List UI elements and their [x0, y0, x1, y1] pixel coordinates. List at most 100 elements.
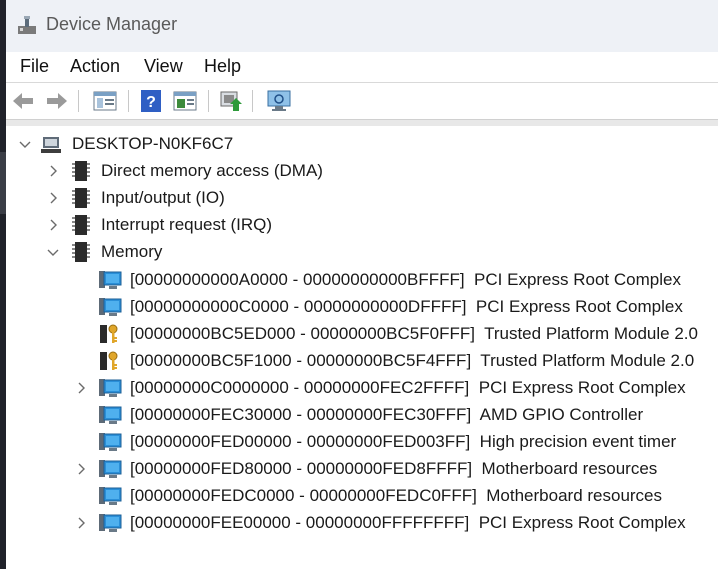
forward-arrow-icon	[47, 93, 67, 109]
scan-hardware-icon	[267, 90, 291, 111]
device-monitor-icon	[98, 269, 122, 291]
tree-category[interactable]: Memory	[6, 239, 718, 266]
resource-chip-icon	[70, 241, 92, 263]
tree-category-label: Interrupt request (IRQ)	[101, 215, 273, 235]
device-name: Motherboard resources	[476, 486, 663, 506]
back-arrow-icon	[13, 93, 33, 109]
memory-resource-label: [00000000FED00000 - 00000000FED003FF] Hi…	[130, 432, 676, 452]
toolbar: ?	[6, 83, 718, 120]
device-name: Trusted Platform Module 2.0	[471, 350, 695, 370]
tree-root[interactable]: DESKTOP-N0KF6C7	[6, 131, 718, 158]
memory-range: [00000000C0000000 - 00000000FEC2FFFF]	[130, 377, 470, 397]
toolbar-separator	[252, 90, 253, 112]
menu-help[interactable]: Help	[204, 56, 241, 77]
toolbar-separator	[128, 90, 129, 112]
memory-range: [00000000BC5F1000 - 00000000BC5F4FFF]	[130, 350, 472, 370]
scan-hardware-button[interactable]	[266, 88, 292, 114]
device-manager-app-icon	[18, 16, 36, 34]
help-button[interactable]: ?	[138, 88, 164, 114]
toolbar-separator	[78, 90, 79, 112]
device-monitor-icon	[98, 377, 122, 399]
tree-category[interactable]: Interrupt request (IRQ)	[6, 212, 718, 239]
memory-resource-label: [00000000000A0000 - 00000000000BFFFF] PC…	[130, 270, 681, 290]
tpm-key-icon	[98, 350, 120, 372]
update-driver-icon	[220, 91, 242, 111]
memory-range: [00000000000C0000 - 00000000000DFFFF]	[130, 296, 467, 316]
memory-resource-label: [00000000BC5ED000 - 00000000BC5F0FFF] Tr…	[130, 324, 698, 344]
resource-chip-icon	[70, 187, 92, 209]
resource-chip-icon	[70, 160, 92, 182]
memory-resource-item[interactable]: [00000000000A0000 - 00000000000BFFFF] PC…	[6, 267, 718, 294]
device-name: PCI Express Root Complex	[464, 269, 681, 289]
memory-range: [00000000FEE00000 - 00000000FFFFFFFF]	[130, 513, 470, 533]
memory-range: [00000000FEDC0000 - 00000000FEDC0FFF]	[130, 486, 477, 506]
forward-button[interactable]	[44, 88, 70, 114]
menu-file[interactable]: File	[20, 56, 49, 77]
properties-icon	[173, 91, 197, 111]
memory-resource-label: [00000000FEE00000 - 00000000FFFFFFFF] PC…	[130, 513, 686, 533]
device-monitor-icon	[98, 431, 122, 453]
memory-resource-item[interactable]: [00000000BC5F1000 - 00000000BC5F4FFF] Tr…	[6, 348, 718, 375]
device-monitor-icon	[98, 485, 122, 507]
device-name: Trusted Platform Module 2.0	[474, 323, 698, 343]
show-hide-tree-button[interactable]	[92, 88, 118, 114]
resource-chip-icon	[70, 214, 92, 236]
collapse-chevron-icon[interactable]	[46, 245, 60, 259]
memory-resource-item[interactable]: [00000000BC5ED000 - 00000000BC5F0FFF] Tr…	[6, 321, 718, 348]
memory-resource-label: [00000000000C0000 - 00000000000DFFFF] PC…	[130, 297, 683, 317]
menu-view[interactable]: View	[144, 56, 183, 77]
memory-resource-item[interactable]: [00000000FED00000 - 00000000FED003FF] Hi…	[6, 429, 718, 456]
device-name: AMD GPIO Controller	[471, 405, 644, 424]
device-monitor-icon	[98, 512, 122, 534]
memory-resource-label: [00000000BC5F1000 - 00000000BC5F4FFF] Tr…	[130, 351, 694, 371]
tree-category-label: Direct memory access (DMA)	[101, 161, 323, 181]
tree-category[interactable]: Input/output (IO)	[6, 185, 718, 212]
menu-bar: File Action View Help	[6, 52, 718, 83]
memory-resource-item[interactable]: [00000000FEC30000 - 00000000FEC30FFF] AM…	[6, 402, 718, 429]
expand-chevron-icon[interactable]	[74, 516, 88, 530]
memory-range: [00000000BC5ED000 - 00000000BC5F0FFF]	[130, 323, 475, 343]
memory-range: [00000000FEC30000 - 00000000FEC30FFF]	[130, 405, 472, 424]
device-name: High precision event timer	[470, 432, 677, 452]
show-hide-tree-icon	[93, 91, 117, 111]
expand-chevron-icon[interactable]	[46, 218, 60, 232]
memory-resource-label: [00000000C0000000 - 00000000FEC2FFFF] PC…	[130, 378, 686, 398]
back-button[interactable]	[10, 88, 36, 114]
tree-category-label: Input/output (IO)	[101, 188, 225, 208]
expand-chevron-icon[interactable]	[74, 462, 88, 476]
tpm-key-icon	[98, 323, 120, 345]
tree-category-label: Memory	[101, 242, 163, 262]
device-name: PCI Express Root Complex	[469, 513, 686, 533]
device-name: PCI Express Root Complex	[466, 296, 683, 316]
memory-resource-item[interactable]: [00000000000C0000 - 00000000000DFFFF] PC…	[6, 294, 718, 321]
device-tree[interactable]: DESKTOP-N0KF6C7 Direct memory access (DMA…	[6, 126, 718, 569]
expand-chevron-icon[interactable]	[46, 191, 60, 205]
properties-button[interactable]	[172, 88, 198, 114]
expand-chevron-icon[interactable]	[74, 381, 88, 395]
memory-range: [00000000FED00000 - 00000000FED003FF]	[130, 432, 471, 452]
device-name: PCI Express Root Complex	[469, 377, 686, 397]
update-driver-button[interactable]	[218, 88, 244, 114]
memory-range: [00000000FED80000 - 00000000FED8FFFF]	[130, 459, 473, 479]
memory-resource-label: [00000000FEC30000 - 00000000FEC30FFF] AM…	[130, 405, 643, 425]
tree-root-label: DESKTOP-N0KF6C7	[72, 134, 234, 153]
title-bar: Device Manager	[6, 0, 718, 52]
memory-resource-item[interactable]: [00000000FEE00000 - 00000000FFFFFFFF] PC…	[6, 510, 718, 537]
expand-chevron-icon[interactable]	[46, 164, 60, 178]
window-title: Device Manager	[46, 14, 178, 34]
device-manager-window: Device Manager File Action View Help ? D…	[6, 0, 718, 569]
device-monitor-icon	[98, 296, 122, 318]
help-icon: ?	[141, 90, 161, 112]
device-monitor-icon	[98, 404, 122, 426]
collapse-chevron-icon[interactable]	[18, 137, 32, 151]
tree-category[interactable]: Direct memory access (DMA)	[6, 158, 718, 185]
memory-resource-item[interactable]: [00000000FED80000 - 00000000FED8FFFF] Mo…	[6, 456, 718, 483]
memory-range: [00000000000A0000 - 00000000000BFFFF]	[130, 269, 465, 289]
memory-resource-item[interactable]: [00000000C0000000 - 00000000FEC2FFFF] PC…	[6, 375, 718, 402]
svg-text:?: ?	[146, 94, 156, 111]
device-monitor-icon	[98, 458, 122, 480]
computer-icon	[40, 133, 62, 155]
menu-action[interactable]: Action	[70, 56, 120, 77]
toolbar-separator	[208, 90, 209, 112]
memory-resource-item[interactable]: [00000000FEDC0000 - 00000000FEDC0FFF] Mo…	[6, 483, 718, 510]
